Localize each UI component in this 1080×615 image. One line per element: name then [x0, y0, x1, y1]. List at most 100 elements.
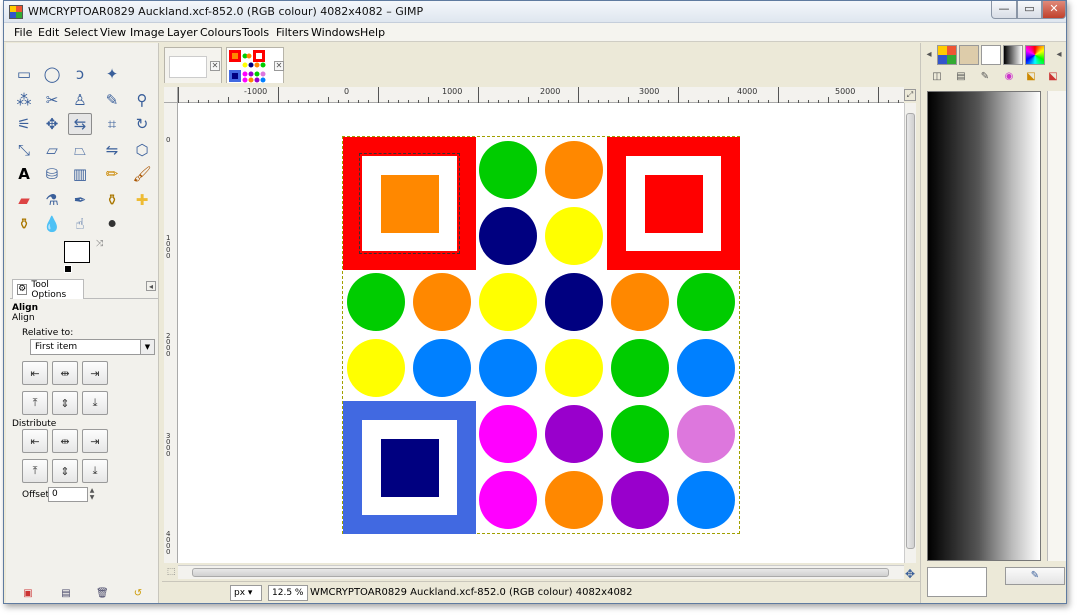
tab-tool-options[interactable]: ⚙ Tool Options	[12, 279, 84, 300]
horizontal-ruler[interactable]: -1000 0 1000 2000 3000 4000 5000	[178, 87, 904, 103]
image-canvas[interactable]	[342, 136, 740, 534]
align-bottom-button[interactable]: ⤓	[82, 391, 108, 415]
foreground-select-icon[interactable]: ♙	[68, 89, 92, 111]
paths-icon[interactable]: ✎	[100, 89, 124, 111]
text-icon[interactable]: A	[12, 163, 36, 185]
reset-options-icon[interactable]: ↺	[132, 589, 144, 599]
edit-gradient-button[interactable]: ✎	[1005, 567, 1065, 585]
scale-icon[interactable]: ⤡	[12, 139, 36, 161]
zoom-select[interactable]: 12.5 %	[268, 585, 308, 601]
menu-image[interactable]: Image	[130, 26, 164, 39]
swap-colors-icon[interactable]: ⤨	[96, 239, 103, 249]
airbrush-icon[interactable]: ⚗	[40, 189, 64, 211]
eraser-icon[interactable]: ▰	[12, 189, 36, 211]
foreground-color-swatch[interactable]	[64, 241, 90, 263]
vertical-scrollbar[interactable]	[904, 103, 916, 563]
relative-to-select[interactable]: First item ▼	[30, 339, 155, 355]
cage-transform-icon[interactable]: ⬡	[130, 139, 154, 161]
channels-icon[interactable]: ▤	[953, 69, 969, 85]
menu-layer[interactable]: Layer	[167, 26, 198, 39]
layers-icon[interactable]: ◫	[929, 69, 945, 85]
dock-tab-menu-icon[interactable]: ◂	[1051, 47, 1066, 63]
quick-mask-icon[interactable]: ⬚	[165, 567, 177, 579]
fonts-tab-icon[interactable]	[981, 45, 1001, 65]
fuzzy-select-icon[interactable]: ✦	[100, 63, 124, 85]
flip-icon[interactable]: ⇋	[100, 139, 124, 161]
vertical-scroll-thumb[interactable]	[906, 113, 915, 549]
delete-options-icon[interactable]: 🗑	[96, 589, 109, 599]
align-center-button[interactable]: ⇹	[52, 361, 78, 385]
menu-filters[interactable]: Filters	[276, 26, 309, 39]
palettes-tab-icon[interactable]	[1025, 45, 1045, 65]
undo-icon[interactable]: ⬕	[1045, 69, 1061, 85]
align-left-button[interactable]: ⇤	[22, 361, 48, 385]
ellipse-select-icon[interactable]: ◯	[40, 63, 64, 85]
menu-colours[interactable]: Colours	[200, 26, 241, 39]
save-options-icon[interactable]: ▣	[22, 589, 34, 599]
minimize-icon[interactable]: —	[991, 1, 1017, 19]
patterns-tab-icon[interactable]	[959, 45, 979, 65]
rotate-icon[interactable]: ↻	[130, 113, 154, 135]
colors-icon[interactable]: ◉	[1001, 69, 1017, 85]
bucket-fill-icon[interactable]: ⛁	[40, 163, 64, 185]
fg-bg-colors[interactable]: ⤨	[64, 239, 106, 273]
horizontal-scroll-thumb[interactable]	[192, 568, 889, 577]
navigate-icon[interactable]: ✥	[903, 567, 917, 581]
shear-icon[interactable]: ▱	[40, 139, 64, 161]
rect-select-icon[interactable]: ▭	[12, 63, 36, 85]
offset-input[interactable]: 0 ▲ ▼	[48, 487, 94, 502]
perspective-icon[interactable]: ⏢	[68, 139, 92, 161]
restore-options-icon[interactable]: ▤	[60, 589, 72, 599]
close-icon[interactable]: ✕	[1042, 1, 1066, 19]
menu-file[interactable]: File	[14, 26, 32, 39]
ruler-corner[interactable]	[164, 87, 178, 103]
clone-icon[interactable]: ⚱	[100, 189, 124, 211]
perspective-clone-icon[interactable]: ⚱	[12, 213, 36, 235]
pencil-icon[interactable]: ✏	[100, 163, 124, 185]
distribute-center-button[interactable]: ⇹	[52, 429, 78, 453]
menu-help[interactable]: Help	[360, 26, 385, 39]
default-colors-icon[interactable]	[64, 265, 72, 273]
move-icon[interactable]: ✥	[40, 113, 64, 135]
measure-icon[interactable]: ⚟	[12, 113, 36, 135]
blur-icon[interactable]: 💧	[40, 213, 64, 235]
menu-view[interactable]: View	[100, 26, 126, 39]
vertical-ruler[interactable]: 0 1000 2000 3000 4000	[164, 103, 178, 563]
menu-edit[interactable]: Edit	[38, 26, 59, 39]
smudge-icon[interactable]: ☝	[68, 213, 92, 235]
menu-windows[interactable]: Windows	[311, 26, 360, 39]
gradient-name-field[interactable]	[927, 567, 987, 597]
dock-menu-icon[interactable]: ◂	[921, 47, 937, 63]
blend-icon[interactable]: ▥	[68, 163, 92, 185]
scissors-icon[interactable]: ✂	[40, 89, 64, 111]
paintbrush-icon[interactable]: 🖌	[130, 163, 154, 185]
canvas-area[interactable]	[178, 103, 904, 563]
ink-icon[interactable]: ✒	[68, 189, 92, 211]
distribute-right-button[interactable]: ⇥	[82, 429, 108, 453]
menu-select[interactable]: Select	[64, 26, 98, 39]
align-middle-button[interactable]: ⇕	[52, 391, 78, 415]
align-right-button[interactable]: ⇥	[82, 361, 108, 385]
distribute-middle-button[interactable]: ⇕	[52, 459, 78, 483]
menu-tools[interactable]: Tools	[242, 26, 269, 39]
dodge-burn-icon[interactable]: ⚫	[100, 213, 124, 235]
distribute-left-button[interactable]: ⇤	[22, 429, 48, 453]
select-by-color-icon[interactable]: ⁂	[12, 89, 36, 111]
gradient-preview[interactable]	[927, 91, 1041, 561]
heal-icon[interactable]: ✚	[130, 189, 154, 211]
distribute-top-button[interactable]: ⤒	[22, 459, 48, 483]
unit-select[interactable]: px ▾	[230, 585, 262, 601]
maximize-icon[interactable]: ▭	[1017, 1, 1042, 19]
distribute-bottom-button[interactable]: ⤓	[82, 459, 108, 483]
align-icon[interactable]: ⇆	[68, 113, 92, 135]
brush-icon[interactable]: ✎	[977, 69, 993, 85]
gradients-tab-icon[interactable]	[1003, 45, 1023, 65]
spin-arrows-icon[interactable]: ▲ ▼	[88, 487, 96, 502]
history-icon[interactable]: ⬕	[1023, 69, 1039, 85]
horizontal-scrollbar[interactable]	[178, 565, 904, 579]
close-tab-icon[interactable]: ✕	[274, 61, 284, 71]
zoom-image-icon[interactable]: ⤢	[904, 89, 916, 101]
crop-icon[interactable]: ⌗	[100, 113, 124, 135]
brushes-tab-icon[interactable]	[937, 45, 957, 65]
close-tab-icon[interactable]: ✕	[210, 61, 220, 71]
